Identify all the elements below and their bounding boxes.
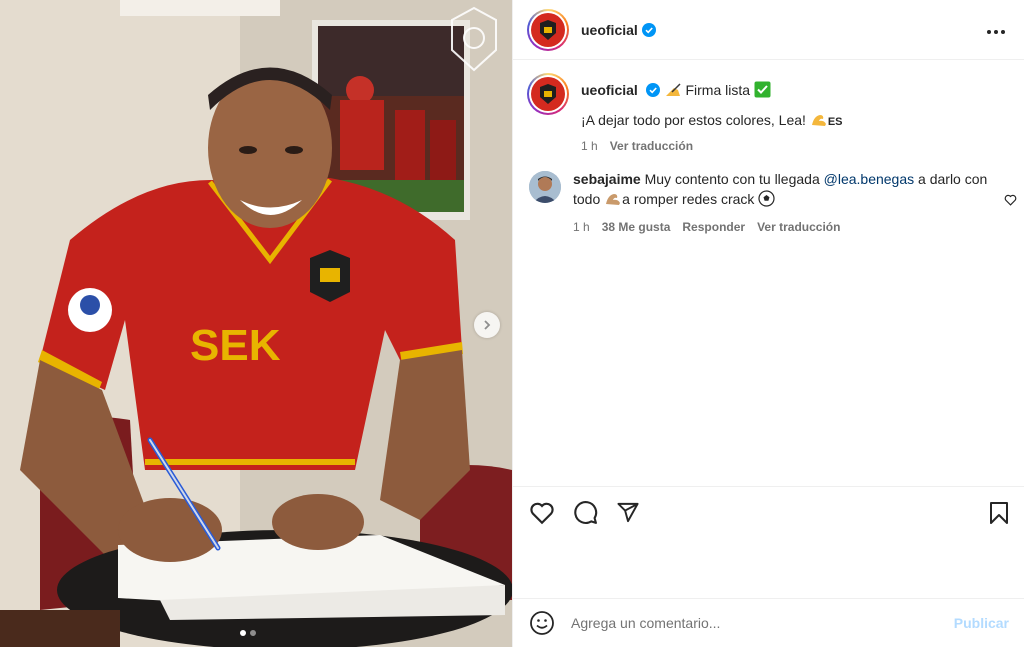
comment-author[interactable]: sebajaime <box>573 171 641 187</box>
caption-body: ¡A dejar todo por estos colores, Lea! <box>581 112 806 128</box>
verified-badge-icon <box>641 22 656 37</box>
comment-input[interactable] <box>571 615 954 631</box>
share-button[interactable] <box>616 501 640 524</box>
flexed-biceps-emoji-icon <box>811 115 826 126</box>
caption-author[interactable]: ueoficial <box>581 82 638 98</box>
caption-title: Firma lista <box>685 82 751 98</box>
post-header: ueoficial <box>513 0 1024 60</box>
smiley-icon <box>530 611 554 635</box>
more-options-button[interactable] <box>982 14 1010 45</box>
comment-text-end: a romper redes crack <box>622 191 755 207</box>
comment-reply-button[interactable]: Responder <box>682 217 745 237</box>
heart-outline-icon <box>1004 194 1017 206</box>
comment-button[interactable] <box>573 500 598 525</box>
comment-text-before: Muy contento con tu llegada <box>644 171 820 187</box>
soccer-ball-emoji-icon <box>758 190 775 207</box>
club-crest-icon <box>540 19 556 40</box>
comment-item: sebajaime Muy contento con tu llegada @l… <box>527 169 1011 237</box>
comment-composer: Publicar <box>513 598 1024 647</box>
flexed-biceps-emoji-icon <box>606 194 621 205</box>
heart-icon <box>530 502 554 524</box>
comment-translate-link[interactable]: Ver traducción <box>757 217 840 237</box>
svg-text:SEK: SEK <box>190 321 281 370</box>
language-tag: ES <box>827 116 843 128</box>
save-button[interactable] <box>989 501 1009 525</box>
caption-time: 1 h <box>581 139 598 153</box>
paper-plane-icon <box>617 502 639 523</box>
publish-button[interactable]: Publicar <box>954 615 1009 631</box>
comment-author-avatar[interactable] <box>529 171 561 203</box>
caption-translate-link[interactable]: Ver traducción <box>610 139 693 153</box>
bookmark-icon <box>990 501 1008 524</box>
like-button[interactable] <box>529 501 555 525</box>
carousel-next-button[interactable] <box>474 312 500 338</box>
writing-hand-emoji-icon <box>665 83 681 96</box>
author-avatar[interactable] <box>527 8 569 51</box>
check-mark-button-icon <box>754 81 771 98</box>
caption: ueoficial Firma lista ¡A dejar todo por … <box>527 73 1011 153</box>
post-media[interactable]: SEK <box>0 0 512 647</box>
post-actions-bar <box>513 486 1024 538</box>
more-horizontal-icon <box>987 30 1005 34</box>
user-avatar-icon <box>529 171 561 203</box>
club-crest-icon <box>540 84 556 104</box>
instagram-post: SEK ueoficial ueoficial Firma lista ¡A d… <box>0 0 1024 647</box>
comment-like-button[interactable] <box>1004 193 1017 209</box>
emoji-picker-button[interactable] <box>529 610 555 636</box>
post-details-panel: ueoficial ueoficial Firma lista ¡A dejar… <box>512 0 1024 647</box>
post-photo: SEK <box>0 0 512 647</box>
verified-badge-icon <box>645 83 660 97</box>
author-username[interactable]: ueoficial <box>581 22 638 38</box>
comment-bubble-icon <box>574 501 598 524</box>
comment-likes-count[interactable]: 38 Me gusta <box>602 217 671 237</box>
caption-author-avatar[interactable] <box>527 73 569 115</box>
carousel-indicator <box>240 630 256 636</box>
carousel-dot-active <box>240 630 246 636</box>
comments-list[interactable]: ueoficial Firma lista ¡A dejar todo por … <box>513 61 1024 485</box>
comment-time: 1 h <box>573 220 590 234</box>
chevron-right-icon <box>484 320 491 330</box>
carousel-dot <box>250 630 256 636</box>
comment-mention-link[interactable]: @lea.benegas <box>824 171 915 187</box>
